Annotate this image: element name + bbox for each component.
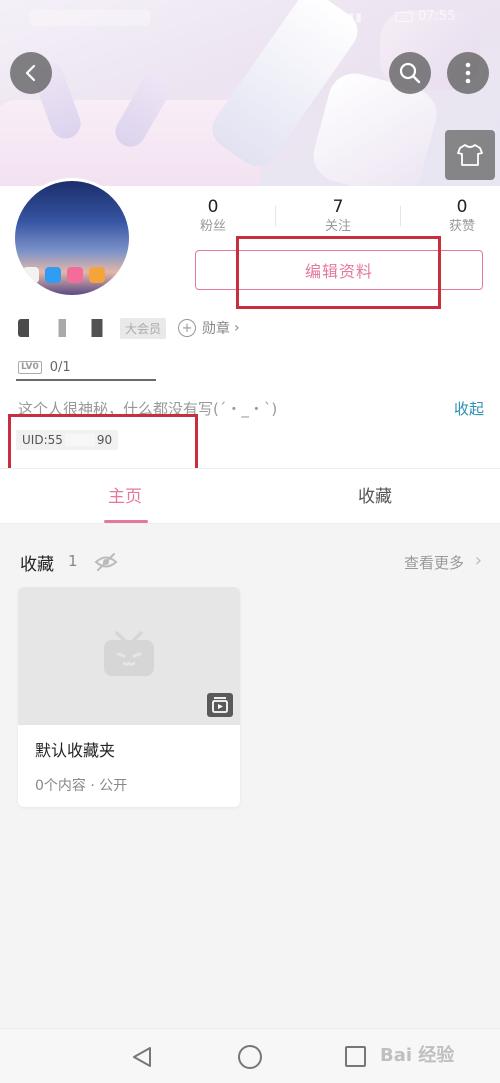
stat-likes-label: 获赞 — [448, 219, 475, 234]
collapse-link[interactable]: 收起 — [454, 398, 484, 419]
playlist-icon — [207, 693, 233, 717]
see-more-link[interactable]: 查看更多 — [404, 552, 464, 573]
status-time: 07:55 — [418, 9, 456, 24]
chevron-right-icon: › — [234, 320, 240, 336]
vip-badge[interactable]: 大会员 — [120, 317, 167, 339]
system-nav-bar: Bai 经验 — [0, 1028, 500, 1083]
stat-following-value: 7 — [332, 197, 344, 217]
favorites-count: 1 — [68, 552, 78, 570]
username-row: 大会员 + 勋章 › — [18, 316, 240, 340]
favorite-folder-card[interactable]: 默认收藏夹 0个内容 · 公开 — [18, 587, 240, 807]
annotation-box — [236, 236, 441, 309]
profile-tabs: 主页 收藏 — [0, 468, 500, 524]
plus-icon: + — [178, 319, 197, 337]
battery-icon — [395, 12, 413, 22]
search-icon — [399, 62, 421, 84]
stat-fans-label: 粉丝 — [199, 219, 226, 234]
chevron-right-icon[interactable]: › — [475, 550, 482, 571]
eye-off-icon[interactable] — [94, 552, 118, 572]
stat-following[interactable]: 7 关注 — [293, 196, 383, 236]
favorites-title: 收藏 — [20, 555, 54, 575]
tab-favorites[interactable]: 收藏 — [250, 469, 500, 525]
carrier-info — [30, 10, 150, 26]
back-button[interactable] — [10, 52, 52, 94]
level-progress-bar — [16, 379, 156, 381]
tshirt-icon — [457, 144, 483, 166]
back-icon — [25, 64, 36, 82]
stat-fans[interactable]: 0 粉丝 — [168, 196, 258, 236]
username — [18, 319, 110, 337]
level-progress: 0/1 — [49, 359, 71, 375]
stat-divider — [400, 206, 401, 226]
stat-likes[interactable]: 0 获赞 — [417, 196, 500, 236]
theme-button[interactable] — [445, 130, 495, 180]
tab-home[interactable]: 主页 — [0, 469, 250, 525]
stat-divider — [275, 206, 276, 226]
medal-link[interactable]: + 勋章 › — [178, 318, 240, 338]
more-button[interactable] — [447, 52, 489, 94]
favorites-header: 收藏 1 查看更多 › — [20, 550, 484, 576]
stat-following-label: 关注 — [324, 219, 351, 234]
search-button[interactable] — [389, 52, 431, 94]
stat-fans-value: 0 — [207, 197, 219, 217]
signal-icon: ▮▮▮ — [340, 10, 363, 24]
watermark: Bai 经验 — [380, 1045, 455, 1066]
more-icon — [465, 62, 471, 84]
active-tab-indicator — [104, 520, 148, 523]
avatar[interactable] — [12, 178, 132, 298]
folder-meta: 0个内容 · 公开 — [35, 778, 128, 794]
folder-cover — [18, 587, 240, 725]
nav-home-icon[interactable] — [238, 1045, 262, 1069]
folder-title: 默认收藏夹 — [35, 741, 116, 760]
stat-likes-value: 0 — [456, 197, 468, 217]
tv-icon — [104, 631, 154, 676]
medal-label: 勋章 — [202, 321, 231, 337]
level-badge: LV0 — [18, 360, 42, 374]
nav-recent-icon[interactable] — [345, 1046, 366, 1067]
nav-back-icon[interactable] — [130, 1045, 154, 1069]
level-row: LV0 0/1 — [18, 358, 71, 376]
status-bar: ▮▮▮ 07:55 — [0, 0, 500, 36]
